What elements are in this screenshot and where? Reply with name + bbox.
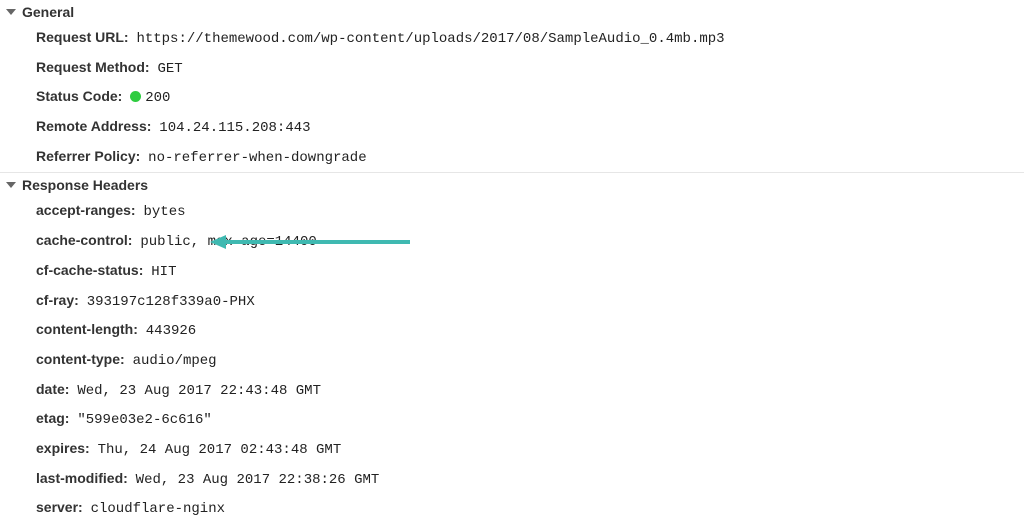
cf-cache-status-value: HIT bbox=[151, 264, 176, 280]
expires-label: expires: bbox=[36, 440, 90, 456]
chevron-down-icon bbox=[6, 9, 16, 15]
accept-ranges-value: bytes bbox=[143, 204, 185, 220]
header-row: cf-cache-status: HIT bbox=[0, 257, 1024, 287]
section-toggle-response-headers[interactable]: Response Headers bbox=[0, 172, 1024, 197]
request-method-value: GET bbox=[157, 61, 182, 77]
header-row: Request Method: GET bbox=[0, 54, 1024, 84]
header-row: server: cloudflare-nginx bbox=[0, 494, 1024, 517]
header-row: last-modified: Wed, 23 Aug 2017 22:38:26… bbox=[0, 465, 1024, 495]
request-url-value: https://themewood.com/wp-content/uploads… bbox=[136, 31, 724, 47]
accept-ranges-label: accept-ranges: bbox=[36, 202, 136, 218]
request-method-label: Request Method: bbox=[36, 59, 150, 75]
arrow-annotation-icon bbox=[210, 232, 410, 252]
header-row: Remote Address: 104.24.115.208:443 bbox=[0, 113, 1024, 143]
cache-control-label: cache-control: bbox=[36, 232, 132, 248]
status-ok-icon bbox=[130, 91, 141, 102]
header-row: content-length: 443926 bbox=[0, 316, 1024, 346]
section-title: Response Headers bbox=[22, 177, 148, 193]
header-row: expires: Thu, 24 Aug 2017 02:43:48 GMT bbox=[0, 435, 1024, 465]
remote-address-value: 104.24.115.208:443 bbox=[159, 120, 310, 136]
last-modified-label: last-modified: bbox=[36, 470, 128, 486]
remote-address-label: Remote Address: bbox=[36, 118, 151, 134]
cf-ray-value: 393197c128f339a0-PHX bbox=[87, 294, 255, 310]
header-row: Status Code: 200 bbox=[0, 83, 1024, 113]
referrer-policy-label: Referrer Policy: bbox=[36, 148, 140, 164]
header-row: cf-ray: 393197c128f339a0-PHX bbox=[0, 287, 1024, 317]
content-type-value: audio/mpeg bbox=[133, 353, 217, 369]
status-code-value: 200 bbox=[130, 90, 170, 106]
section-toggle-general[interactable]: General bbox=[0, 0, 1024, 24]
etag-label: etag: bbox=[36, 410, 69, 426]
content-length-label: content-length: bbox=[36, 321, 138, 337]
header-row: accept-ranges: bytes bbox=[0, 197, 1024, 227]
referrer-policy-value: no-referrer-when-downgrade bbox=[148, 150, 366, 166]
header-row: cache-control: public, max-age=14400 bbox=[0, 227, 1024, 257]
request-url-label: Request URL: bbox=[36, 29, 129, 45]
header-row: Referrer Policy: no-referrer-when-downgr… bbox=[0, 143, 1024, 173]
header-row: content-type: audio/mpeg bbox=[0, 346, 1024, 376]
cf-cache-status-label: cf-cache-status: bbox=[36, 262, 143, 278]
section-title: General bbox=[22, 4, 74, 20]
header-row: etag: "599e03e2-6c616" bbox=[0, 405, 1024, 435]
content-type-label: content-type: bbox=[36, 351, 125, 367]
server-value: cloudflare-nginx bbox=[91, 501, 225, 517]
status-code-text: 200 bbox=[145, 90, 170, 106]
date-value: Wed, 23 Aug 2017 22:43:48 GMT bbox=[77, 383, 321, 399]
expires-value: Thu, 24 Aug 2017 02:43:48 GMT bbox=[98, 442, 342, 458]
header-row: Request URL: https://themewood.com/wp-co… bbox=[0, 24, 1024, 54]
server-label: server: bbox=[36, 499, 83, 515]
cf-ray-label: cf-ray: bbox=[36, 292, 79, 308]
chevron-down-icon bbox=[6, 182, 16, 188]
status-code-label: Status Code: bbox=[36, 88, 122, 104]
last-modified-value: Wed, 23 Aug 2017 22:38:26 GMT bbox=[136, 472, 380, 488]
header-row: date: Wed, 23 Aug 2017 22:43:48 GMT bbox=[0, 376, 1024, 406]
etag-value: "599e03e2-6c616" bbox=[77, 412, 211, 428]
date-label: date: bbox=[36, 381, 69, 397]
content-length-value: 443926 bbox=[146, 323, 196, 339]
